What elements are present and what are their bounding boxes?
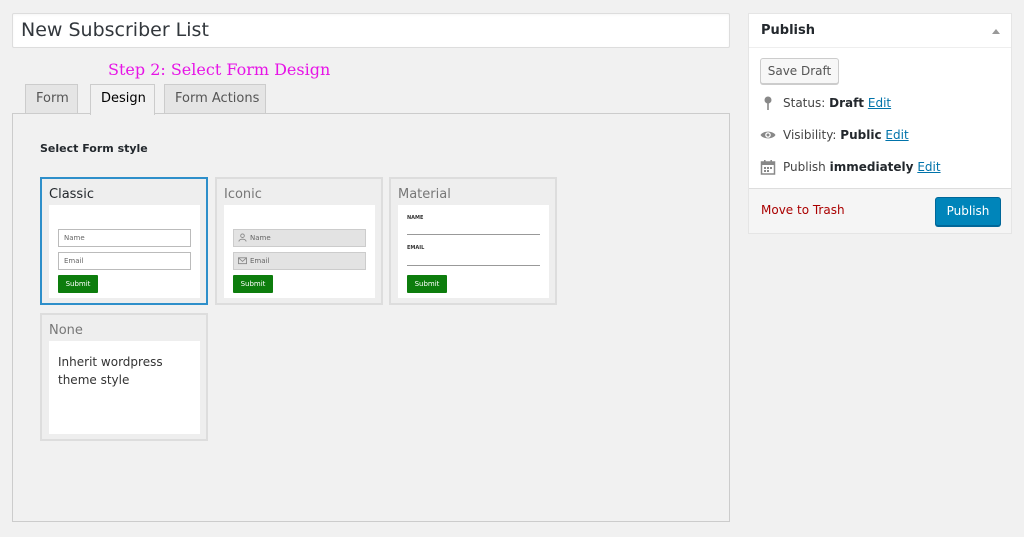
visibility-value: Public [840, 128, 882, 142]
preview-submit-button: Submit [407, 275, 447, 293]
publish-button[interactable]: Publish [935, 197, 1001, 226]
style-card-material[interactable]: Material NAME EMAIL Submit [389, 177, 557, 305]
publish-box-footer: Move to Trash Publish [749, 188, 1011, 233]
card-title: None [49, 323, 83, 338]
preview-email-field: Email [233, 252, 366, 270]
preview-field-label: Name [250, 234, 271, 242]
section-label: Select Form style [40, 142, 148, 155]
tab-design[interactable]: Design [90, 84, 155, 115]
card-preview: Name Email Submit [49, 205, 200, 298]
schedule-value: immediately [829, 160, 914, 174]
calendar-icon [760, 160, 776, 175]
style-card-none[interactable]: None Inherit wordpress theme style [40, 313, 208, 441]
tab-form-actions[interactable]: Form Actions [164, 84, 266, 114]
preview-name-field: Name [58, 229, 191, 247]
step-label: Step 2: Select Form Design [108, 60, 331, 79]
save-draft-button[interactable]: Save Draft [760, 58, 839, 84]
eye-icon [760, 131, 776, 139]
caret-up-icon[interactable] [992, 29, 1000, 34]
move-to-trash-link[interactable]: Move to Trash [761, 203, 845, 217]
style-card-iconic[interactable]: Iconic Name Email Submit [215, 177, 383, 305]
edit-schedule-link[interactable]: Edit [917, 160, 940, 174]
preview-name-field: Name [233, 229, 366, 247]
schedule-text: Publish immediately Edit [783, 160, 941, 174]
preview-name-line [407, 234, 540, 235]
preview-name-label: NAME [407, 215, 424, 221]
preview-email-label: EMAIL [407, 245, 425, 251]
style-description: Inherit wordpress theme style [58, 355, 163, 387]
edit-status-link[interactable]: Edit [868, 96, 891, 110]
pin-icon [764, 96, 772, 110]
publish-box-title: Publish [761, 23, 815, 38]
visibility-text: Visibility: Public Edit [783, 128, 909, 142]
preview-field-label: Email [250, 257, 270, 265]
tab-form[interactable]: Form [25, 84, 78, 114]
status-text: Status: Draft Edit [783, 96, 892, 110]
style-card-classic[interactable]: Classic Name Email Submit [40, 177, 208, 305]
publish-box: Publish Save Draft Status: Draft Edit Vi… [748, 13, 1012, 234]
edit-visibility-link[interactable]: Edit [885, 128, 908, 142]
preview-email-line [407, 265, 540, 266]
envelope-icon [238, 257, 247, 265]
user-icon [238, 233, 247, 242]
status-value: Draft [829, 96, 865, 110]
card-title: Classic [49, 187, 94, 202]
publish-box-header: Publish [749, 14, 1011, 48]
card-title: Material [398, 187, 451, 202]
preview-email-field: Email [58, 252, 191, 270]
card-preview: Name Email Submit [224, 205, 375, 298]
card-title: Iconic [224, 187, 262, 202]
card-preview: NAME EMAIL Submit [398, 205, 549, 298]
preview-submit-button: Submit [58, 275, 98, 293]
card-preview: Inherit wordpress theme style [49, 341, 200, 434]
preview-submit-button: Submit [233, 275, 273, 293]
design-panel: Select Form style Classic Name Email Sub… [12, 113, 730, 522]
title-input[interactable]: New Subscriber List [12, 13, 730, 48]
